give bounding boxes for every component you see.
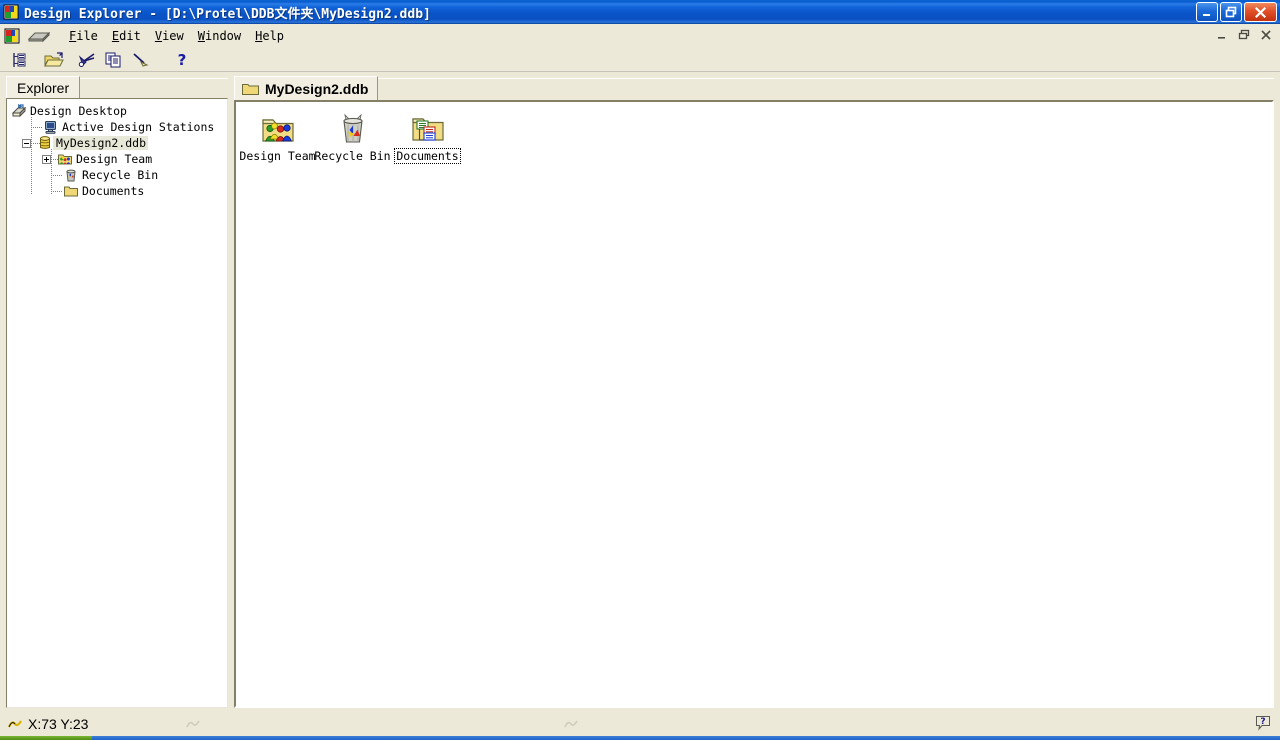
- taskbar-start-button[interactable]: [0, 736, 92, 740]
- explorer-tree-container[interactable]: Design Desktop Active Design Stations My…: [6, 98, 228, 708]
- document-icon: [26, 28, 52, 44]
- menu-item-edit[interactable]: Edit: [105, 27, 148, 45]
- status-coordinates: X:73 Y:23: [28, 716, 89, 732]
- tree-connector-h-1: [31, 127, 42, 128]
- tree-label-active-design-stations: Active Design Stations: [62, 120, 215, 134]
- tree-item-design-desktop[interactable]: Design Desktop: [7, 103, 227, 119]
- paste-wand-icon[interactable]: [128, 49, 152, 71]
- tree-item-recycle-bin[interactable]: Recycle Bin: [7, 167, 227, 183]
- recycle-bin-icon: [63, 167, 79, 183]
- mdi-window-controls: [1214, 27, 1274, 43]
- menu-label-view-rest: iew: [162, 29, 184, 43]
- icon-label-design-team: Design Team: [239, 149, 316, 163]
- explorer-tree: Design Desktop Active Design Stations My…: [7, 99, 227, 199]
- icon-label-documents: Documents: [394, 148, 461, 164]
- explorer-tab-filler: [80, 78, 228, 98]
- explorer-tab-row: Explorer: [6, 76, 228, 98]
- cut-icon[interactable]: [76, 49, 100, 71]
- tree-label-design-desktop: Design Desktop: [30, 104, 127, 118]
- tab-mydesign2-ddb[interactable]: MyDesign2.ddb: [234, 76, 379, 100]
- icon-item-design-team[interactable]: Design Team: [239, 110, 316, 163]
- document-tab-row: MyDesign2.ddb: [234, 76, 1274, 100]
- restore-button[interactable]: [1220, 2, 1242, 22]
- tree-connector-h-5: [51, 191, 62, 192]
- recycle-bin-icon: [336, 112, 370, 146]
- explorer-panel: Explorer Design Desktop Active Design St…: [6, 76, 228, 708]
- document-tab-filler: [378, 78, 1274, 100]
- menu-item-file[interactable]: File: [62, 27, 105, 45]
- menu-label-window-rest: indow: [205, 29, 242, 43]
- status-bar: X:73 Y:23 ?: [0, 712, 1280, 736]
- tree-expander-mydesign2[interactable]: [22, 138, 31, 148]
- icon-label-recycle-bin: Recycle Bin: [314, 149, 391, 163]
- folder-tab-icon: [242, 82, 259, 96]
- menu-label-file-rest: ile: [76, 29, 98, 43]
- mdi-app-icon[interactable]: [4, 28, 20, 44]
- window-title: Design Explorer - [D:\Protel\DDB文件夹\MyDe…: [24, 6, 431, 22]
- mdi-minimize-button[interactable]: [1214, 27, 1230, 43]
- help-question-icon[interactable]: ?: [170, 49, 194, 71]
- minimize-button[interactable]: [1196, 2, 1218, 22]
- tree-label-mydesign2-ddb: MyDesign2.ddb: [53, 136, 149, 150]
- mdi-close-button[interactable]: [1258, 27, 1274, 43]
- icon-grid: Design Team Recycle Bin Documents: [239, 110, 1272, 164]
- status-ghost-arrow-2: [564, 717, 578, 736]
- main-toolbar: ?: [0, 48, 1280, 72]
- open-folder-icon[interactable]: [42, 49, 66, 71]
- tree-item-documents[interactable]: Documents: [7, 183, 227, 199]
- svg-text:?: ?: [178, 51, 187, 69]
- tree-label-recycle-bin: Recycle Bin: [82, 168, 159, 182]
- menu-label-edit-rest: dit: [119, 29, 141, 43]
- tree-item-design-team[interactable]: Design Team: [7, 151, 227, 167]
- design-explorer-window: Design Explorer - [D:\Protel\DDB文件夹\MyDe…: [0, 0, 1280, 740]
- design-team-folder-icon: [261, 112, 295, 146]
- documents-folder-icon: [411, 112, 445, 146]
- help-balloon-icon[interactable]: ?: [1254, 714, 1272, 732]
- database-ddb-icon: [37, 135, 53, 151]
- tab-mydesign2-label: MyDesign2.ddb: [265, 80, 369, 97]
- documents-folder-icon: [63, 183, 79, 199]
- window-controls: [1196, 2, 1277, 22]
- svg-text:?: ?: [1260, 717, 1265, 727]
- taskbar-strip[interactable]: [0, 736, 1280, 740]
- document-panel: MyDesign2.ddb Design Team Recycle Bin Do…: [234, 76, 1274, 708]
- tab-explorer-label: Explorer: [17, 79, 70, 96]
- tree-label-design-team: Design Team: [76, 152, 153, 166]
- design-desktop-icon: [11, 103, 27, 119]
- menu-label-help-rest: elp: [262, 29, 285, 43]
- menu-item-view[interactable]: View: [148, 27, 191, 45]
- menu-item-help[interactable]: Help: [248, 27, 291, 45]
- tree-label-documents: Documents: [82, 184, 145, 198]
- close-button[interactable]: [1244, 2, 1277, 22]
- tree-item-active-design-stations[interactable]: Active Design Stations: [7, 119, 227, 135]
- title-bar: Design Explorer - [D:\Protel\DDB文件夹\MyDe…: [0, 0, 1280, 24]
- status-left-group: X:73 Y:23: [7, 716, 89, 732]
- icon-item-recycle-bin[interactable]: Recycle Bin: [314, 110, 391, 163]
- copy-icon[interactable]: [102, 49, 126, 71]
- tree-item-mydesign2-ddb[interactable]: MyDesign2.ddb: [7, 135, 227, 151]
- design-team-folder-icon: [57, 151, 73, 167]
- status-ghost-arrow-1: [186, 717, 200, 736]
- cursor-arrow-icon: [7, 717, 22, 731]
- active-design-stations-icon: [43, 119, 59, 135]
- menu-item-window[interactable]: Window: [191, 27, 248, 45]
- protel-app-icon[interactable]: [3, 4, 19, 20]
- tree-connector-h-4: [51, 175, 62, 176]
- document-canvas[interactable]: Design Team Recycle Bin Documents: [234, 100, 1274, 708]
- menu-bar: File Edit View Window Help: [0, 24, 1280, 48]
- explorer-panel-toggle-icon[interactable]: [8, 49, 32, 71]
- tree-expander-design-team[interactable]: [42, 154, 51, 164]
- mdi-restore-button[interactable]: [1236, 27, 1252, 43]
- icon-item-documents[interactable]: Documents: [390, 110, 465, 164]
- tab-explorer[interactable]: Explorer: [6, 76, 81, 98]
